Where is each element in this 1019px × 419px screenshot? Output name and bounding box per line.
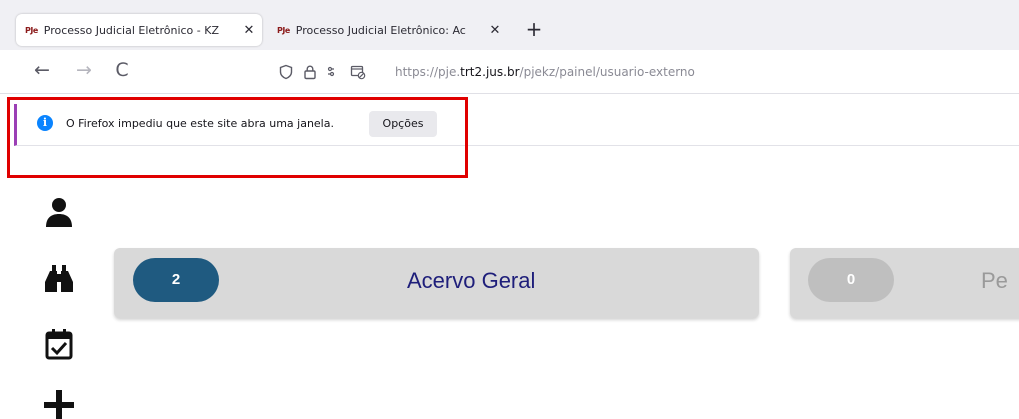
forward-button[interactable]: → [72,59,96,81]
tab-title: Processo Judicial Eletrônico: Ac [295,23,466,37]
pje-favicon-icon: PJe [25,25,38,35]
binoculars-icon[interactable] [42,262,76,296]
acervo-geral-card[interactable]: 2 Acervo Geral [114,248,759,318]
url-bar-icons [278,64,366,80]
plus-icon[interactable] [42,388,76,419]
tab-inactive[interactable]: PJe Processo Judicial Eletrônico: Ac ✕ [268,14,508,46]
tab-close-icon[interactable]: ✕ [486,23,504,38]
count-badge: 2 [133,258,219,302]
user-icon[interactable] [42,196,76,230]
tab-active[interactable]: PJe Processo Judicial Eletrônico - KZ ✕ [16,14,262,46]
count-badge: 0 [808,258,894,302]
card-label: Pe [981,268,1008,293]
url-domain: trt2.jus.br [460,65,520,79]
tab-title: Processo Judicial Eletrônico - KZ [43,23,219,37]
shield-icon[interactable] [278,64,294,80]
card-label: Acervo Geral [407,268,536,293]
calendar-check-icon[interactable] [42,327,76,361]
new-tab-button[interactable]: + [523,17,545,41]
highlight-box [7,97,468,178]
tab-strip: PJe Processo Judicial Eletrônico - KZ ✕ … [0,0,1019,50]
second-card[interactable]: 0 Pe [790,248,1019,318]
permissions-icon[interactable] [326,64,342,80]
reload-button[interactable]: C [110,59,134,81]
nav-bar: ← → C https://pje.trt2.jus.br/pjekz/pain… [0,50,1019,94]
blocked-popup-icon[interactable] [350,64,366,80]
tab-close-icon[interactable]: ✕ [240,23,258,38]
url-prefix: https://pje. [395,65,461,79]
pje-favicon-icon: PJe [277,25,290,35]
back-button[interactable]: ← [30,59,54,81]
url-path: /pjekz/painel/usuario-externo [519,65,695,79]
url-field[interactable]: https://pje.trt2.jus.br/pjekz/painel/usu… [395,65,695,79]
lock-icon[interactable] [302,64,318,80]
browser-window: PJe Processo Judicial Eletrônico - KZ ✕ … [0,0,1019,419]
